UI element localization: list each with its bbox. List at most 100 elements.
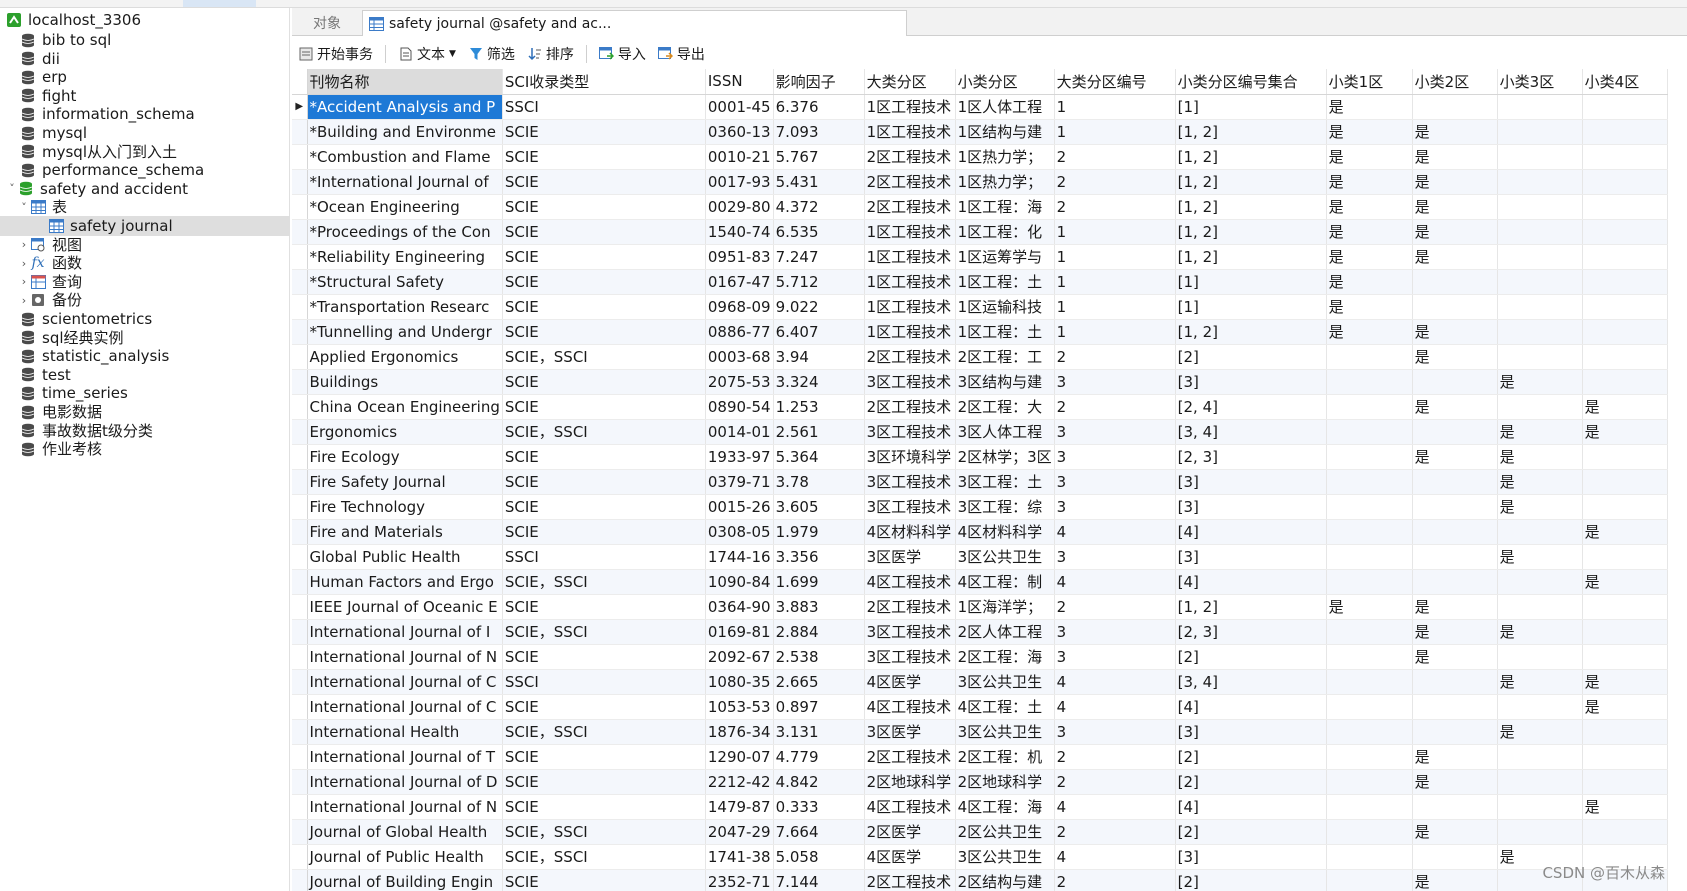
table-cell[interactable] bbox=[1497, 769, 1583, 795]
table-cell[interactable]: 1区工程技术 bbox=[864, 269, 956, 295]
table-cell[interactable]: [2] bbox=[1175, 819, 1327, 845]
table-cell[interactable]: 2区公共卫生 bbox=[955, 819, 1055, 845]
sidebar-item-db-erp[interactable]: erp bbox=[0, 67, 290, 87]
table-cell[interactable]: SCIE bbox=[502, 219, 706, 245]
table-cell[interactable]: 是 bbox=[1326, 94, 1413, 120]
table-cell[interactable] bbox=[1497, 569, 1583, 595]
row-indicator[interactable] bbox=[292, 719, 308, 745]
sidebar-item-db-sql-examples[interactable]: sql经典实例 bbox=[0, 328, 290, 348]
export-button[interactable]: 导出 bbox=[652, 42, 711, 66]
table-cell[interactable]: 2 bbox=[1054, 869, 1176, 891]
table-row[interactable]: International Health SCIE，SSCI 1876-34 3.13… bbox=[292, 719, 1668, 745]
table-cell[interactable]: [3] bbox=[1175, 544, 1327, 570]
table-cell[interactable]: 是 bbox=[1412, 819, 1498, 845]
table-cell[interactable]: 是 bbox=[1326, 144, 1413, 170]
table-cell[interactable] bbox=[1412, 544, 1498, 570]
table-cell[interactable]: 3 bbox=[1054, 719, 1176, 745]
sidebar-item-node-queries[interactable]: › 查询 bbox=[0, 272, 290, 292]
table-cell[interactable]: 4 bbox=[1054, 844, 1176, 870]
table-cell[interactable]: 1区工程：土 bbox=[955, 269, 1055, 295]
table-cell[interactable]: Fire Safety Journal bbox=[307, 469, 503, 495]
table-cell[interactable]: 是 bbox=[1326, 269, 1413, 295]
table-cell[interactable]: Applied Ergonomics bbox=[307, 344, 503, 370]
table-cell[interactable]: 4 bbox=[1054, 669, 1176, 695]
table-cell[interactable]: 3区公共卫生 bbox=[955, 544, 1055, 570]
table-cell[interactable]: SCIE bbox=[502, 694, 706, 720]
table-cell[interactable]: 1区热力学； bbox=[955, 169, 1055, 195]
chevron-right-icon[interactable]: › bbox=[18, 238, 30, 251]
table-cell[interactable]: 2区工程技术 bbox=[864, 194, 956, 220]
table-cell[interactable]: 是 bbox=[1497, 544, 1583, 570]
table-cell[interactable]: 2092-67 bbox=[705, 644, 774, 670]
table-cell[interactable] bbox=[1582, 144, 1668, 170]
column-header[interactable]: ISSN bbox=[705, 69, 774, 95]
table-cell[interactable]: 是 bbox=[1326, 294, 1413, 320]
table-cell[interactable]: 4区医学 bbox=[864, 669, 956, 695]
table-cell[interactable]: 是 bbox=[1412, 169, 1498, 195]
table-cell[interactable]: 是 bbox=[1412, 144, 1498, 170]
table-cell[interactable] bbox=[1497, 169, 1583, 195]
table-cell[interactable] bbox=[1412, 419, 1498, 445]
table-cell[interactable] bbox=[1497, 744, 1583, 770]
table-row[interactable]: Global Public Health SSCI 1744-16 3.356 3区医学… bbox=[292, 544, 1668, 570]
table-row[interactable]: Fire Ecology SCIE 1933-97 5.364 3区环境科学 2区林学；3… bbox=[292, 444, 1668, 470]
table-cell[interactable]: 是 bbox=[1412, 744, 1498, 770]
sidebar-item-db-mysql[interactable]: mysql bbox=[0, 123, 290, 143]
table-cell[interactable]: 3区工程技术 bbox=[864, 644, 956, 670]
table-cell[interactable] bbox=[1497, 819, 1583, 845]
table-row[interactable]: International Journal of D SCIE 2212-42 4.8… bbox=[292, 769, 1668, 795]
table-cell[interactable]: *Combustion and Flame bbox=[307, 144, 503, 170]
table-cell[interactable] bbox=[1582, 219, 1668, 245]
table-cell[interactable]: 2区工程技术 bbox=[864, 594, 956, 620]
table-cell[interactable]: 2区结构与建 bbox=[955, 869, 1055, 891]
row-indicator[interactable] bbox=[292, 219, 308, 245]
table-cell[interactable] bbox=[1326, 644, 1413, 670]
table-cell[interactable] bbox=[1412, 294, 1498, 320]
text-button[interactable]: 文本 ▼ bbox=[392, 42, 462, 66]
sidebar-item-node-views[interactable]: › 视图 bbox=[0, 235, 290, 255]
table-cell[interactable]: 2区工程技术 bbox=[864, 169, 956, 195]
table-cell[interactable]: 4区工程技术 bbox=[864, 794, 956, 820]
sidebar-item-db-homework[interactable]: 作业考核 bbox=[0, 439, 290, 459]
table-cell[interactable]: 4区工程：制 bbox=[955, 569, 1055, 595]
table-row[interactable]: Buildings SCIE 2075-53 3.324 3区工程技术 3区结构与建 3 [3… bbox=[292, 369, 1668, 395]
row-indicator[interactable] bbox=[292, 844, 308, 870]
column-header[interactable]: SCI收录类型 bbox=[502, 69, 706, 95]
table-cell[interactable] bbox=[1326, 819, 1413, 845]
table-cell[interactable]: 3.78 bbox=[773, 469, 865, 495]
table-cell[interactable]: International Journal of N bbox=[307, 644, 503, 670]
table-cell[interactable]: 4 bbox=[1054, 569, 1176, 595]
table-cell[interactable]: Global Public Health bbox=[307, 544, 503, 570]
table-cell[interactable] bbox=[1412, 569, 1498, 595]
table-cell[interactable] bbox=[1497, 119, 1583, 145]
table-cell[interactable]: [3, 4] bbox=[1175, 669, 1327, 695]
table-cell[interactable]: *Reliability Engineering bbox=[307, 244, 503, 270]
table-cell[interactable]: 3 bbox=[1054, 444, 1176, 470]
table-cell[interactable]: [1, 2] bbox=[1175, 594, 1327, 620]
table-row[interactable]: *Tunnelling and Undergr SCIE 0886-77 6.407 1… bbox=[292, 319, 1668, 345]
table-cell[interactable]: SCIE bbox=[502, 744, 706, 770]
table-cell[interactable]: 1 bbox=[1054, 119, 1176, 145]
table-cell[interactable]: 是 bbox=[1497, 444, 1583, 470]
table-cell[interactable]: 4.779 bbox=[773, 744, 865, 770]
sidebar-item-node-backups[interactable]: › 备份 bbox=[0, 290, 290, 310]
table-cell[interactable]: SCIE bbox=[502, 469, 706, 495]
table-cell[interactable]: 是 bbox=[1412, 119, 1498, 145]
table-cell[interactable] bbox=[1497, 194, 1583, 220]
table-row[interactable]: IEEE Journal of Oceanic E SCIE 0364-90 3.88… bbox=[292, 594, 1668, 620]
table-cell[interactable]: 3区工程：综 bbox=[955, 494, 1055, 520]
table-cell[interactable]: SCIE bbox=[502, 794, 706, 820]
table-cell[interactable]: *Structural Safety bbox=[307, 269, 503, 295]
table-cell[interactable]: [2] bbox=[1175, 344, 1327, 370]
table-cell[interactable] bbox=[1497, 244, 1583, 270]
column-header[interactable]: 大类分区 bbox=[864, 69, 956, 95]
table-cell[interactable]: Journal of Public Health bbox=[307, 844, 503, 870]
table-row[interactable]: *Combustion and Flame SCIE 0010-21 5.767 2区工… bbox=[292, 144, 1668, 170]
table-cell[interactable]: 3区结构与建 bbox=[955, 369, 1055, 395]
table-cell[interactable]: 3区人体工程 bbox=[955, 419, 1055, 445]
table-cell[interactable]: [2] bbox=[1175, 644, 1327, 670]
column-header[interactable]: 小类2区 bbox=[1412, 69, 1498, 95]
table-cell[interactable]: 2212-42 bbox=[705, 769, 774, 795]
sidebar-item-db-safety-and-accident[interactable]: ˅ safety and accident bbox=[0, 179, 290, 199]
table-cell[interactable]: SCIE bbox=[502, 119, 706, 145]
